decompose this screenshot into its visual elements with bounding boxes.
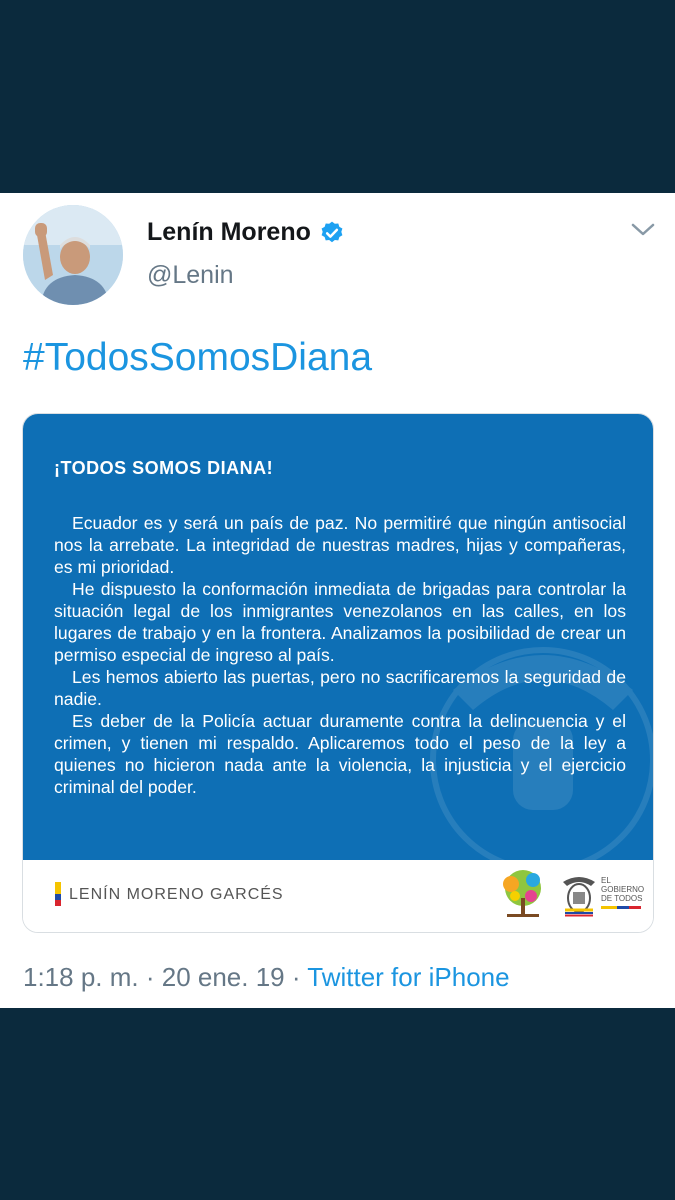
avatar[interactable]	[23, 205, 123, 305]
image-card[interactable]: ¡TODOS SOMOS DIANA! Ecuador es y será un…	[22, 413, 654, 933]
author-name-row[interactable]: Lenín Moreno	[147, 218, 345, 247]
meta-separator: ·	[138, 962, 162, 992]
ecuador-flag-icon	[55, 882, 61, 906]
statement-body: Ecuador es y será un país de paz. No per…	[54, 512, 626, 798]
avatar-photo	[23, 205, 123, 305]
statement-panel: ¡TODOS SOMOS DIANA! Ecuador es y será un…	[23, 414, 653, 860]
verified-badge-icon	[321, 221, 343, 242]
government-logo-text: EL GOBIERNO DE TODOS	[601, 876, 645, 903]
signature: LENÍN MORENO GARCÉS	[69, 886, 284, 903]
statement-title: ¡TODOS SOMOS DIANA!	[54, 458, 274, 478]
tree-logo-icon	[503, 870, 541, 917]
coat-of-arms-icon	[563, 877, 595, 917]
statement-paragraph: Es deber de la Policía actuar duramente …	[54, 711, 626, 797]
statement-footer: LENÍN MORENO GARCÉS EL GOBIERNO DE TODOS	[23, 860, 653, 932]
tweet-source[interactable]: Twitter for iPhone	[307, 962, 509, 992]
tweet-time[interactable]: 1:18 p. m.	[23, 962, 139, 992]
tweet-date[interactable]: 20 ene. 19	[162, 962, 285, 992]
hashtag-link[interactable]: #TodosSomosDiana	[23, 336, 372, 380]
statement-paragraph: He dispuesto la conformación inmediata d…	[54, 579, 626, 665]
meta-separator: ·	[284, 962, 308, 992]
author-name[interactable]: Lenín Moreno	[147, 218, 311, 247]
government-logo: EL GOBIERNO DE TODOS	[601, 876, 649, 909]
author-handle[interactable]: @Lenin	[147, 261, 234, 290]
statement-paragraph: Les hemos abierto las puertas, pero no s…	[54, 667, 626, 709]
tweet-meta: 1:18 p. m. · 20 ene. 19 · Twitter for iP…	[23, 962, 510, 993]
chevron-down-icon[interactable]	[630, 221, 656, 239]
government-logo-stripe	[601, 906, 641, 909]
statement-paragraph: Ecuador es y será un país de paz. No per…	[54, 513, 626, 577]
